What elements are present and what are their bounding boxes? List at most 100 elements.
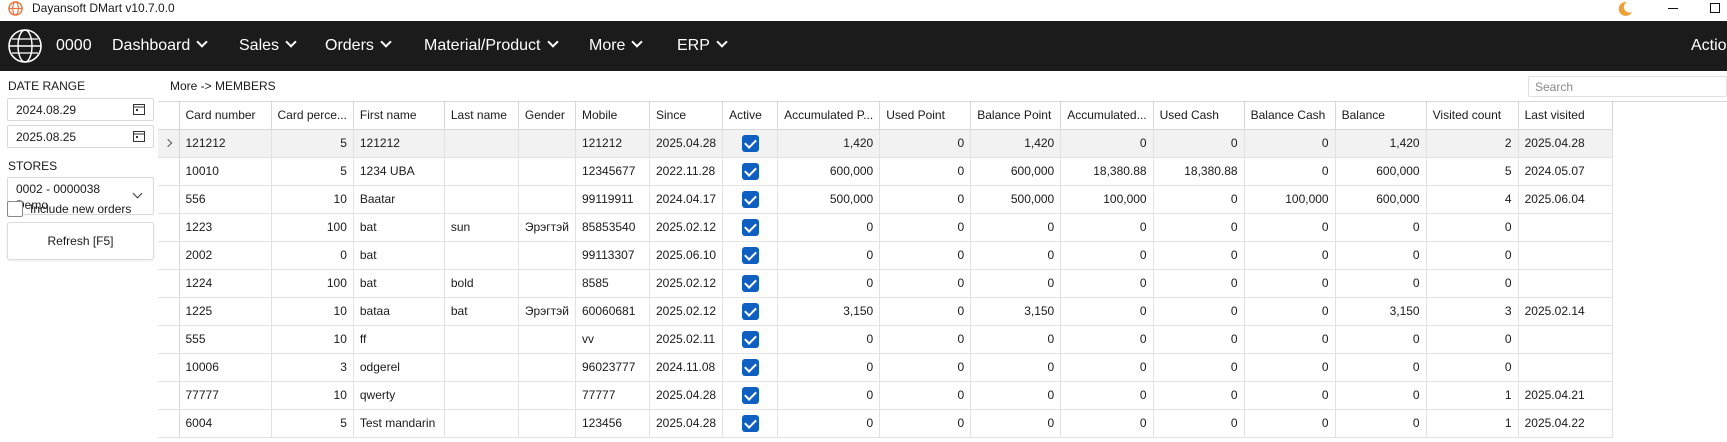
column-header[interactable]: Balance	[1335, 102, 1427, 130]
refresh-button[interactable]: Refresh [F5]	[7, 222, 154, 260]
nav-actions[interactable]: Actio	[1691, 37, 1727, 55]
nav-sales[interactable]: Sales	[239, 36, 297, 55]
active-checkbox-cell[interactable]	[722, 241, 779, 270]
table-cell[interactable]: 0	[1244, 325, 1336, 354]
table-cell[interactable]: 77777	[575, 381, 650, 410]
table-cell[interactable]	[444, 129, 519, 158]
table-cell[interactable]: 1223	[179, 213, 272, 242]
table-cell[interactable]: 0	[1426, 213, 1519, 242]
table-row[interactable]: 77777 10 qwerty 77777 2025.04.28 0 0 0 0 0 0 0 1 2025…	[158, 381, 1613, 410]
table-cell[interactable]: 555	[179, 325, 272, 354]
table-cell[interactable]: 0	[1153, 129, 1245, 158]
table-cell[interactable]: Эрэгтэй	[518, 297, 577, 326]
active-checkbox-cell[interactable]	[722, 213, 779, 242]
table-cell[interactable]: 0	[879, 381, 972, 410]
table-cell[interactable]: 0	[1244, 297, 1336, 326]
table-cell[interactable]: 0	[1060, 241, 1154, 270]
table-cell[interactable]: 99119911	[575, 185, 650, 214]
table-cell[interactable]: 10	[271, 185, 354, 214]
nav-erp[interactable]: ERP	[677, 36, 728, 55]
include-new-orders-checkbox[interactable]	[7, 201, 23, 217]
active-checkbox-cell[interactable]	[722, 325, 779, 354]
table-row[interactable]: 6004 5 Test mandarin 123456 2025.04.28 0 0 0 0 0 0…	[158, 409, 1613, 438]
table-cell[interactable]: 0	[1060, 409, 1154, 438]
active-checkbox[interactable]	[741, 218, 759, 236]
active-checkbox-cell[interactable]	[722, 185, 779, 214]
table-cell[interactable]: 0	[879, 241, 972, 270]
table-cell[interactable]: 0	[1153, 185, 1245, 214]
column-header[interactable]: Used Point	[879, 102, 972, 130]
calendar-icon[interactable]	[133, 103, 145, 115]
table-cell[interactable]	[444, 409, 519, 438]
table-row[interactable]: 10006 3 odgerel 96023777 2024.11.08 0 0 0 0 0 0 0 0	[158, 353, 1613, 382]
table-cell[interactable]: 0	[1060, 381, 1154, 410]
table-cell[interactable]: 0	[1153, 241, 1245, 270]
active-checkbox[interactable]	[741, 134, 759, 152]
table-cell[interactable]: 2024.04.17	[649, 185, 724, 214]
table-cell[interactable]: 2025.04.22	[1518, 409, 1613, 438]
table-cell[interactable]: 2025.02.12	[649, 213, 724, 242]
table-cell[interactable]: ff	[353, 325, 445, 354]
table-cell[interactable]: 2025.06.10	[649, 241, 724, 270]
table-cell[interactable]: 0	[1244, 353, 1336, 382]
table-cell[interactable]	[518, 409, 577, 438]
column-header[interactable]: Last name	[444, 102, 519, 130]
table-cell[interactable]: bat	[353, 241, 445, 270]
table-cell[interactable]: 5	[271, 409, 354, 438]
table-cell[interactable]: 2022.11.28	[649, 157, 724, 186]
table-cell[interactable]: 60060681	[575, 297, 650, 326]
table-cell[interactable]: 0	[1244, 129, 1336, 158]
table-cell[interactable]: 0	[1060, 297, 1154, 326]
table-cell[interactable]: 10006	[179, 353, 272, 382]
table-cell[interactable]: 1,420	[777, 129, 881, 158]
table-cell[interactable]: 0	[970, 409, 1062, 438]
table-cell[interactable]: 6004	[179, 409, 272, 438]
table-cell[interactable]: 2025.06.04	[1518, 185, 1613, 214]
column-header[interactable]: Accumulated...	[1060, 102, 1154, 130]
table-cell[interactable]: 0	[777, 381, 881, 410]
table-cell[interactable]	[1518, 325, 1613, 354]
table-cell[interactable]: 0	[1335, 213, 1427, 242]
table-cell[interactable]: 121212	[353, 129, 445, 158]
nav-material-product[interactable]: Material/Product	[424, 36, 559, 55]
search-input[interactable]	[1528, 76, 1727, 97]
active-checkbox-cell[interactable]	[722, 269, 779, 298]
table-cell[interactable]: 0	[1153, 353, 1245, 382]
table-cell[interactable]: 0	[1060, 325, 1154, 354]
table-cell[interactable]: 1,420	[1335, 129, 1427, 158]
table-cell[interactable]: 0	[1426, 269, 1519, 298]
table-cell[interactable]	[518, 353, 577, 382]
column-header[interactable]: Used Cash	[1153, 102, 1245, 130]
table-row[interactable]: 556 10 Baatar 99119911 2024.04.17 500,000 0 500…	[158, 185, 1613, 214]
date-from-field[interactable]: 2024.08.29	[7, 98, 154, 121]
table-cell[interactable]: 0	[970, 213, 1062, 242]
table-row[interactable]: 121212 5 121212 121212 2025.04.28 1,420 0 1,420…	[158, 129, 1613, 158]
table-cell[interactable]: 0	[1335, 409, 1427, 438]
active-checkbox-cell[interactable]	[722, 157, 779, 186]
table-cell[interactable]: 123456	[575, 409, 650, 438]
table-cell[interactable]: vv	[575, 325, 650, 354]
globe-logo-icon[interactable]	[7, 28, 43, 64]
table-cell[interactable]: 5	[1426, 157, 1519, 186]
active-checkbox[interactable]	[741, 162, 759, 180]
table-cell[interactable]: 0	[970, 353, 1062, 382]
table-cell[interactable]: 0	[1426, 241, 1519, 270]
table-cell[interactable]	[1518, 241, 1613, 270]
table-cell[interactable]: bold	[444, 269, 519, 298]
table-cell[interactable]: 600,000	[1335, 157, 1427, 186]
table-cell[interactable]: 2025.02.14	[1518, 297, 1613, 326]
table-cell[interactable]: 3	[271, 353, 354, 382]
table-cell[interactable]: 0	[1060, 269, 1154, 298]
table-cell[interactable]: 0	[1060, 353, 1154, 382]
nav-orders[interactable]: Orders	[325, 36, 392, 55]
table-cell[interactable]: 0	[777, 325, 881, 354]
table-cell[interactable]: 5	[271, 157, 354, 186]
table-cell[interactable]: 0	[1060, 129, 1154, 158]
table-cell[interactable]: Baatar	[353, 185, 445, 214]
table-cell[interactable]	[444, 241, 519, 270]
active-checkbox-cell[interactable]	[722, 353, 779, 382]
table-cell[interactable]: 5	[271, 129, 354, 158]
table-cell[interactable]: sun	[444, 213, 519, 242]
table-row[interactable]: 10010 5 1234 UBA 12345677 2022.11.28 600,000 0…	[158, 157, 1613, 186]
table-cell[interactable]: odgerel	[353, 353, 445, 382]
